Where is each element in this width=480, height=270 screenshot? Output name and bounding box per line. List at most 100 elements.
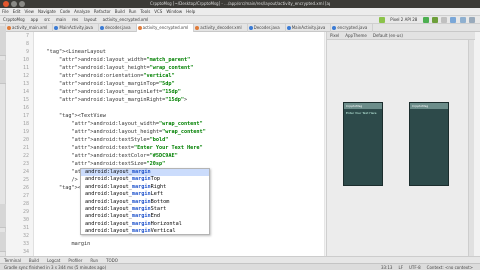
tab-activity-decoder-xml[interactable]: activity_decoder.xml [194, 24, 248, 32]
code-line: "attr">android:textSize="20sp" [71, 161, 166, 167]
tab-label: decoder.java [104, 25, 131, 30]
sync-icon[interactable] [450, 17, 457, 23]
line-number: 31 [22, 225, 29, 231]
search-icon[interactable] [469, 17, 475, 23]
preview-theme-selector[interactable]: AppTheme [342, 33, 370, 38]
preview-app-bar: CrpptoMsg [410, 103, 448, 109]
line-number: 10 [22, 57, 29, 63]
line-number: 13 [22, 81, 29, 87]
code-line: "attr">android:orientation="vertical" [59, 73, 175, 79]
breadcrumb-main[interactable]: main [53, 16, 69, 24]
bottom-tool-bar: Terminal Build Logcat Profiler Run TODO [0, 256, 480, 263]
code-line: "attr">android:layout_height="wrap_conte… [71, 129, 206, 135]
xml-file-icon [137, 26, 142, 30]
tab-decoder-java[interactable]: decoder.java [99, 24, 137, 32]
preview-text-label: Enter Your Text Here [346, 111, 377, 115]
line-number: 20 [22, 137, 29, 143]
tab-decoder-java-2[interactable]: Decoder.java [248, 24, 286, 32]
line-number: 16 [22, 105, 29, 111]
close-window-icon[interactable] [3, 1, 9, 7]
breadcrumb-res[interactable]: res [69, 16, 81, 24]
java-class-icon [54, 26, 59, 30]
line-number: 34 [22, 249, 29, 255]
menu-help[interactable]: Help [184, 9, 197, 14]
line-number: 32 [22, 233, 29, 239]
code-line: "attr">android:layout_marginLeft="15dp" [59, 89, 181, 95]
autocomplete-item[interactable]: android:layout_marginVertical [81, 228, 209, 235]
breadcrumb-project[interactable]: CrpptoMsg [0, 16, 28, 24]
code-line: "tag"><LinearLayout [46, 49, 106, 55]
menu-file[interactable]: File [0, 9, 11, 14]
run-icon[interactable] [422, 17, 429, 23]
preview-locale-selector[interactable]: Default (en-us) [370, 33, 406, 38]
code-line: "attr">android:text="Enter Your Text Her… [71, 145, 203, 151]
line-number: 27 [22, 193, 29, 199]
menu-tools[interactable]: Tools [138, 9, 152, 14]
autocomplete-item[interactable]: android:layout_margin [81, 169, 209, 177]
avd-manager-icon[interactable] [459, 17, 466, 23]
autocomplete-item[interactable]: android:layout_marginLeft [81, 191, 209, 198]
stop-icon[interactable] [441, 17, 448, 23]
line-number: 22 [22, 153, 29, 159]
menu-window[interactable]: Window [164, 9, 184, 14]
tab-mainactivity-java[interactable]: MainActivity.java [53, 24, 99, 32]
blueprint-preview-screen[interactable]: CrpptoMsg [409, 102, 449, 186]
code-line: "attr">android:layout_height="wrap_conte… [59, 65, 194, 71]
line-number: 24 [22, 169, 29, 175]
preview-device-selector[interactable]: Pixel [327, 33, 342, 38]
context-indicator[interactable]: Context: <no context> [424, 265, 476, 270]
autocomplete-item[interactable]: android:layout_marginBottom [81, 199, 209, 206]
autocomplete-item[interactable]: android:layout_marginRight [81, 184, 209, 191]
menu-bar: File Edit View Navigate Code Analyze Refactor B… [0, 8, 480, 16]
file-encoding[interactable]: UTF-8 [406, 265, 424, 270]
menu-edit[interactable]: Edit [11, 9, 23, 14]
minimize-window-icon[interactable] [11, 1, 17, 7]
menu-code[interactable]: Code [58, 9, 72, 14]
java-class-icon [286, 26, 291, 30]
line-number: 23 [22, 161, 29, 167]
autocomplete-item[interactable]: android:layout_marginHorizontal [81, 221, 209, 228]
line-number: 18 [22, 121, 29, 127]
menu-view[interactable]: View [22, 9, 36, 14]
breadcrumb-layout[interactable]: layout [81, 16, 99, 24]
device-selector[interactable]: Pixel 2 API 28 [387, 16, 420, 24]
breadcrumb-file[interactable]: activity_encrypted.xml [100, 16, 152, 24]
run-toolbar: Pixel 2 API 28 [378, 16, 476, 24]
java-class-icon [99, 26, 104, 30]
autocomplete-popup: android:layout_margin android:layout_marg… [80, 168, 210, 235]
window-title: CrpptoMsg [~/Desktop/CrpptoMsg] - .../ap… [150, 1, 330, 6]
menu-build[interactable]: Build [113, 9, 127, 14]
design-preview-screen[interactable]: CrpptoMsg Enter Your Text Here [343, 102, 383, 186]
tab-mainactivity-java-2[interactable]: MainActivity.java [286, 24, 332, 32]
code-line: "attr">android:layout_marginRight="15dp"… [59, 97, 188, 103]
menu-run[interactable]: Run [127, 9, 139, 14]
autocomplete-item[interactable]: android:layout_marginStart [81, 206, 209, 213]
tab-activity-main-xml[interactable]: activity_main.xml [6, 24, 54, 32]
menu-refactor[interactable]: Refactor [92, 9, 113, 14]
preview-app-bar: CrpptoMsg [344, 103, 382, 109]
editor-right-margin-guide [324, 32, 325, 256]
line-number: 11 [22, 65, 29, 71]
menu-analyze[interactable]: Analyze [72, 9, 92, 14]
caret-position[interactable]: 33:13 [378, 265, 396, 270]
line-number: 30 [22, 217, 29, 223]
window-titlebar: CrpptoMsg [~/Desktop/CrpptoMsg] - .../ap… [0, 0, 480, 8]
menu-vcs[interactable]: VCS [152, 9, 164, 14]
menu-navigate[interactable]: Navigate [36, 9, 58, 14]
tab-encrypted-java[interactable]: encrypted.java [331, 24, 374, 32]
line-number: 7 [25, 33, 29, 39]
line-number: 19 [22, 129, 29, 135]
breadcrumb-app[interactable]: app [28, 16, 42, 24]
line-number: 29 [22, 209, 29, 215]
autocomplete-item[interactable]: android:layout_marginEnd [81, 213, 209, 220]
line-separator[interactable]: LF [395, 265, 406, 270]
tab-label: activity_decoder.xml [200, 25, 242, 30]
line-number: 28 [22, 201, 29, 207]
build-hammer-icon[interactable] [379, 17, 385, 23]
debug-icon[interactable] [431, 17, 438, 23]
maximize-window-icon[interactable] [19, 1, 25, 7]
autocomplete-item[interactable]: android:layout_marginTop [81, 176, 209, 183]
java-class-icon [248, 26, 253, 30]
breadcrumb-src[interactable]: src [41, 16, 53, 24]
